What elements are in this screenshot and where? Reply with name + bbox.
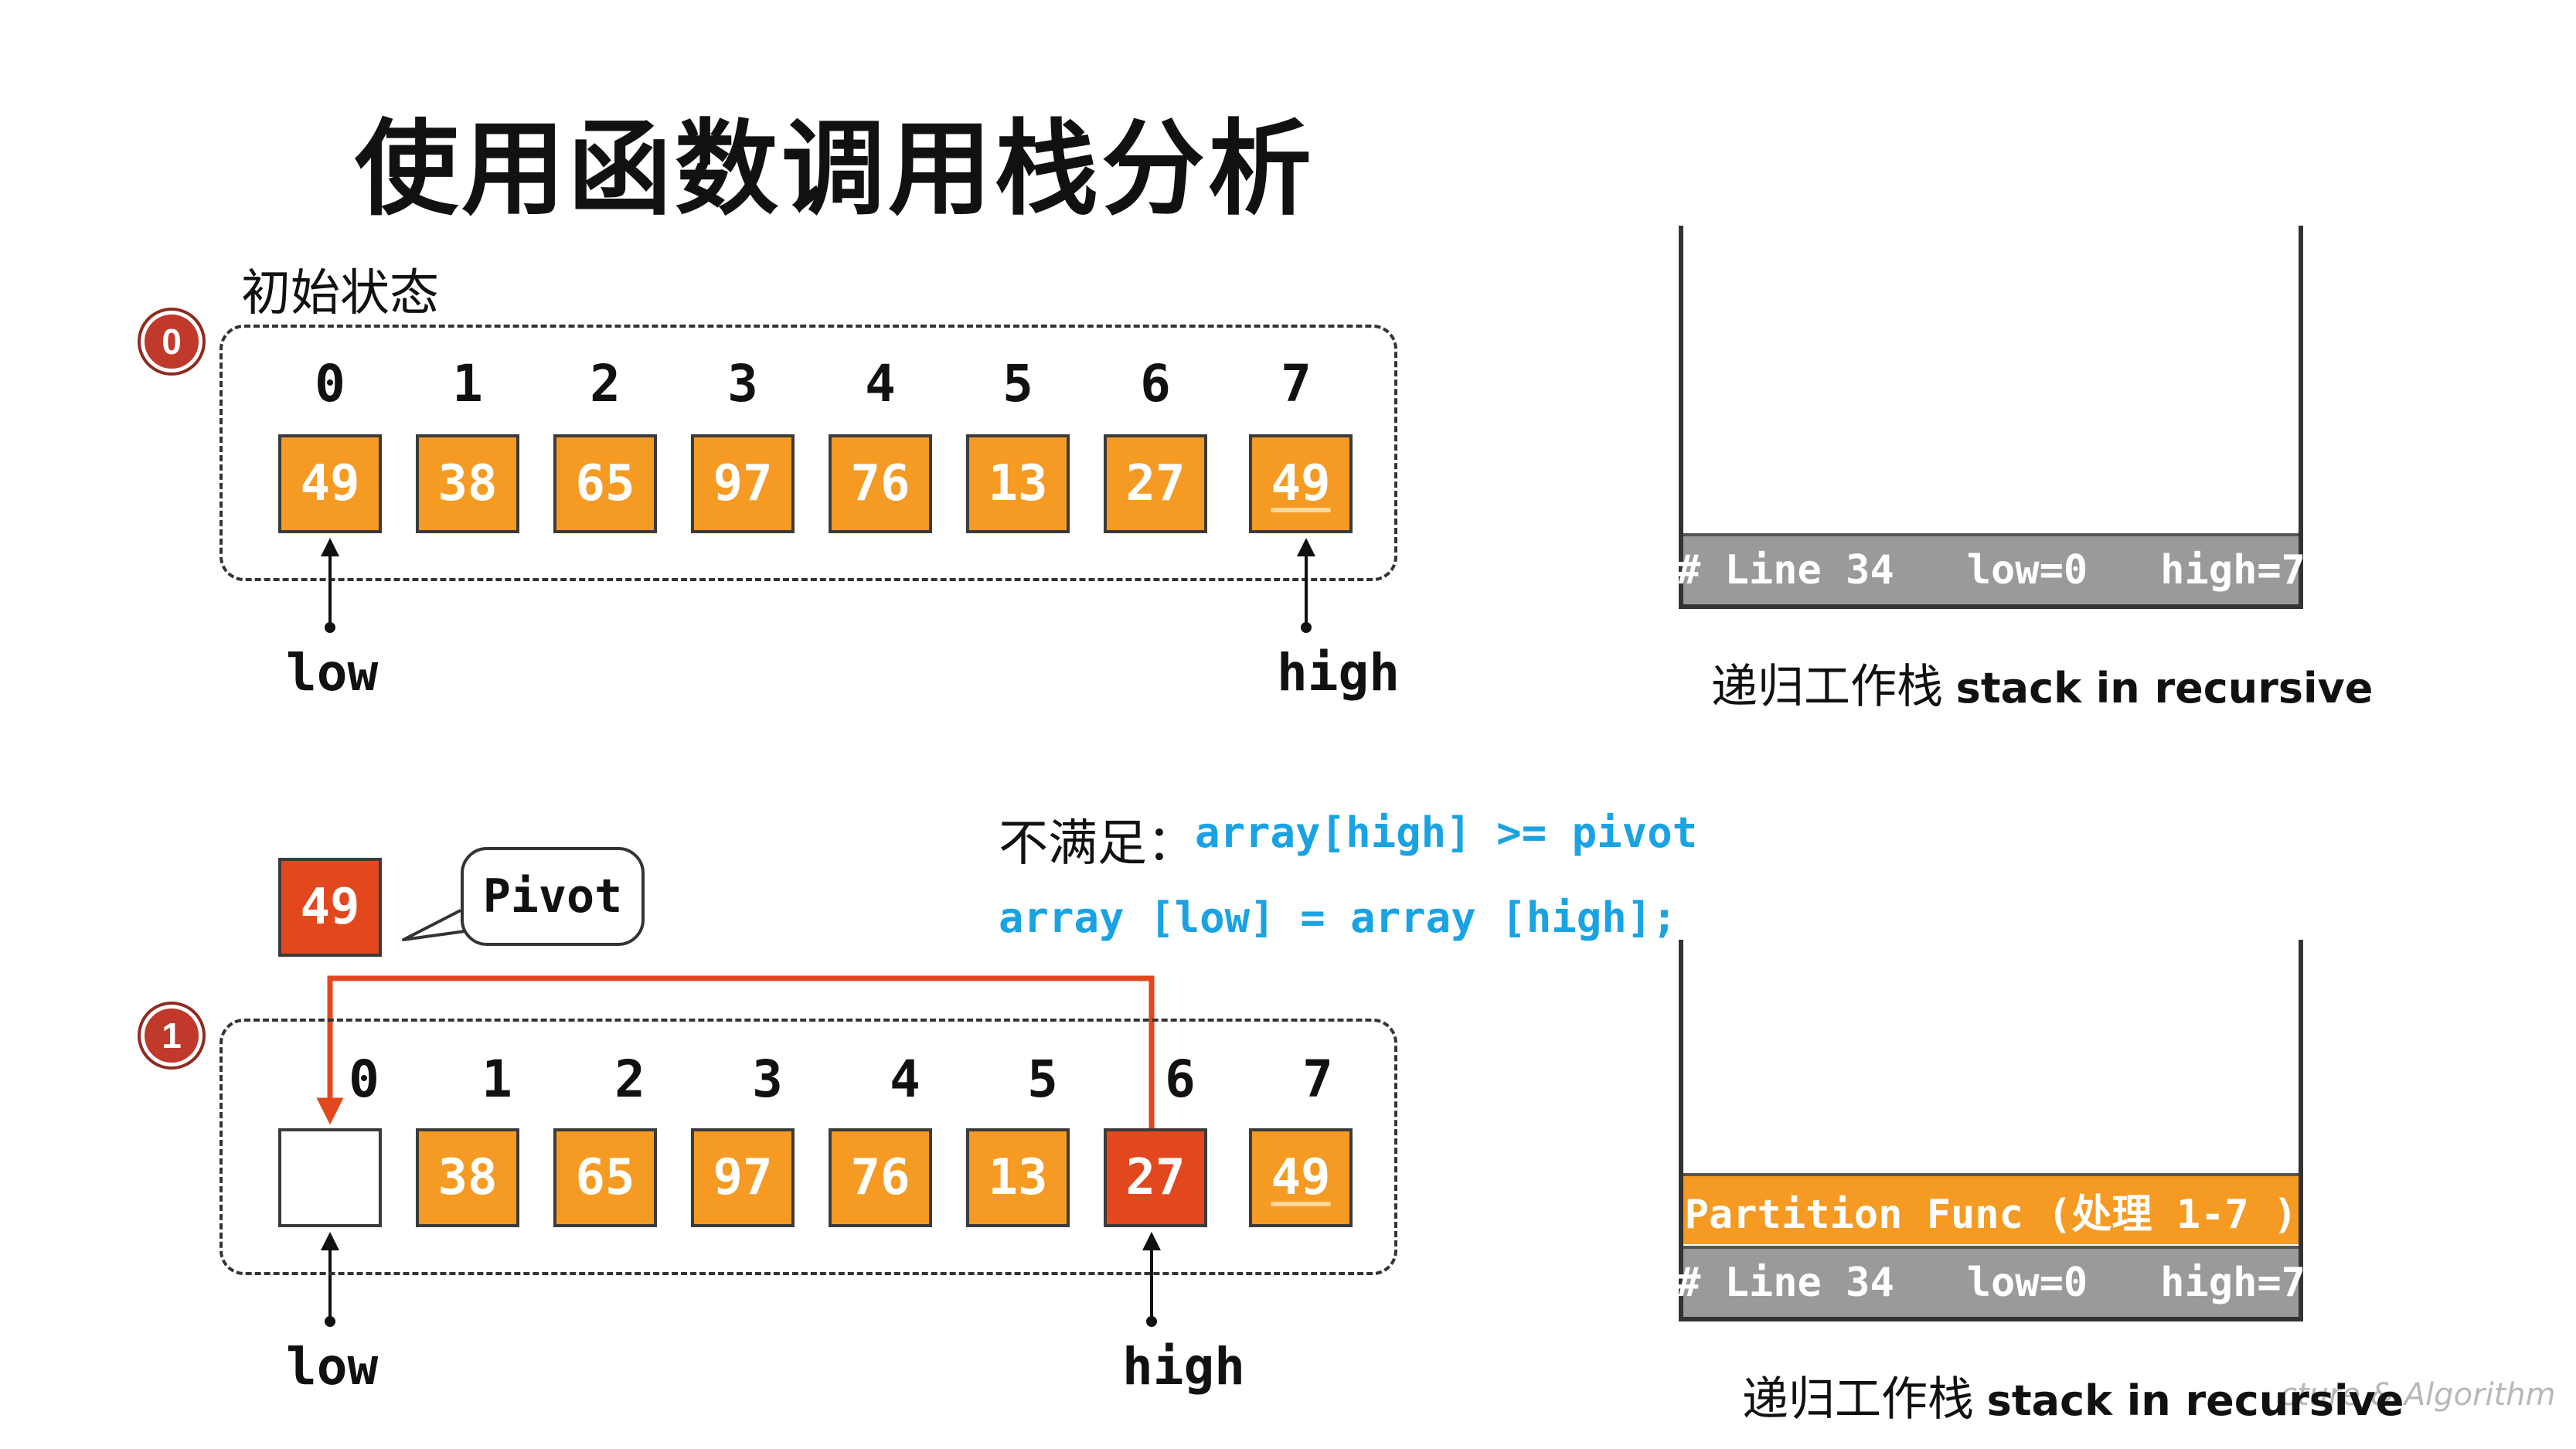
- stack-frame-line34: # Line 34 low=0 high=7: [1676, 533, 2305, 604]
- low-pointer-dot: [325, 1316, 335, 1327]
- array-cell: 76: [829, 1128, 932, 1227]
- stack-caption-0: 递归工作栈 stack in recursive: [1711, 660, 2374, 714]
- high-label: high: [1277, 643, 1400, 702]
- array-cell: 97: [691, 1128, 795, 1227]
- high-pointer-dot: [1146, 1316, 1157, 1327]
- recursion-stack-0: # Line 34 low=0 high=7: [1676, 226, 2305, 609]
- condition-prefix: 不满足：: [999, 815, 1196, 872]
- pivot-cell: 49: [278, 858, 382, 957]
- index-label: 6: [1165, 1049, 1196, 1109]
- index-label: 7: [1302, 1049, 1333, 1109]
- low-pointer-dot: [325, 622, 335, 633]
- stack-frame-line34: # Line 34 low=0 high=7: [1676, 1246, 2305, 1317]
- step-badge-1: 1: [141, 1005, 202, 1066]
- low-label: low: [286, 643, 379, 702]
- high-label: high: [1122, 1337, 1245, 1396]
- index-label: 5: [1027, 1049, 1058, 1109]
- array-cell-highlighted: 27: [1104, 1128, 1207, 1227]
- assignment-code: array [low] = array [high];: [999, 893, 1677, 942]
- array-cell: 65: [553, 1128, 657, 1227]
- index-label: 2: [614, 1049, 645, 1109]
- low-label: low: [286, 1337, 379, 1396]
- array-cell: 49: [1249, 1128, 1353, 1227]
- recursion-stack-1: Partition Func (处理 1-7 ) # Line 34 low=0…: [1676, 940, 2305, 1321]
- array-cell: 13: [966, 1128, 1070, 1227]
- index-label: 4: [890, 1049, 920, 1109]
- condition-code: array[high] >= pivot: [1195, 808, 1698, 857]
- array-cell: 38: [416, 1128, 519, 1227]
- array-cell-empty: [278, 1128, 382, 1227]
- stack-caption-1: 递归工作栈 stack in recursive: [1742, 1372, 2404, 1427]
- index-label: 3: [752, 1049, 783, 1109]
- pivot-bubble: Pivot: [461, 847, 645, 946]
- index-label: 0: [349, 1049, 379, 1109]
- stack-frame-partition: Partition Func (处理 1-7 ): [1683, 1173, 2299, 1244]
- index-label: 1: [482, 1049, 512, 1109]
- high-pointer-dot: [1301, 622, 1312, 633]
